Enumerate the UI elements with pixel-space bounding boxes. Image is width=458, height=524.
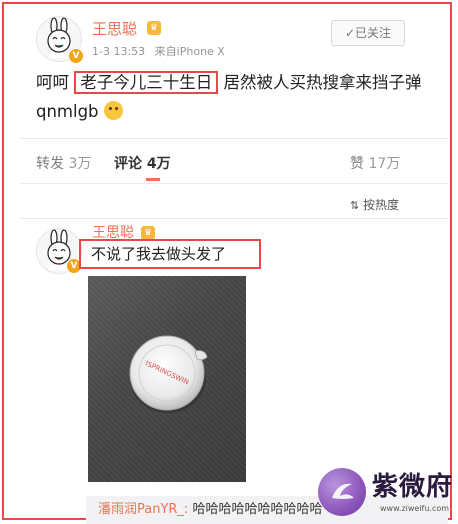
repost-tab[interactable]: 转发 3万 — [36, 153, 91, 173]
reply-text: 哈哈哈哈哈哈哈哈哈哈 — [192, 502, 323, 517]
repost-label: 转发 — [36, 156, 64, 172]
reply-author[interactable]: 潘雨润PanYR_: — [98, 502, 188, 517]
divider — [20, 138, 448, 139]
post-time: 1-3 13:53 — [92, 45, 146, 58]
sort-icon: ⇅ — [350, 199, 360, 212]
foil-cup-image: ISPRINGSWIN — [129, 335, 208, 413]
like-tab[interactable]: 赞 17万 — [350, 153, 400, 173]
verified-badge-icon: V — [68, 48, 84, 64]
watermark-text: 紫微府 — [372, 472, 454, 502]
active-tab-indicator — [146, 178, 160, 181]
highlighted-text: 老子今儿三十生日 — [74, 71, 219, 94]
like-count: 17万 — [368, 156, 401, 172]
comment-label: 评论 — [114, 156, 142, 172]
site-watermark: 紫微府 www.ziweifu.com — [318, 464, 453, 522]
sort-toggle[interactable]: ⇅ 按热度 — [350, 196, 399, 213]
author-name[interactable]: 王思聪 — [92, 18, 137, 39]
divider — [20, 218, 448, 219]
comment-count: 4万 — [146, 156, 171, 172]
comment-photo[interactable]: ISPRINGSWIN — [88, 276, 246, 482]
follow-button[interactable]: ✓已关注 — [331, 20, 405, 46]
repost-count: 3万 — [68, 156, 92, 172]
post-content: 呵呵 老子今儿三十生日 居然被人买热搜拿来挡子弹 qnmlgb — [36, 68, 436, 126]
watermark-url: www.ziweifu.com — [380, 504, 450, 513]
divider — [20, 183, 448, 184]
comment-tab[interactable]: 评论 4万 — [114, 153, 171, 173]
comment-text: 不说了我去做头发了 — [79, 239, 261, 269]
sort-label: 按热度 — [363, 198, 400, 212]
post-source[interactable]: 来自iPhone X — [155, 45, 225, 58]
watermark-logo-icon — [318, 468, 366, 516]
vip-crown-icon: ♛ — [146, 20, 162, 36]
post-text-start: 呵呵 — [36, 73, 69, 92]
smile-emoji-icon — [103, 101, 123, 120]
swirl-icon — [332, 483, 354, 499]
post-meta: 1-3 13:53 来自iPhone X — [92, 43, 225, 59]
like-label: 赞 — [350, 156, 364, 172]
